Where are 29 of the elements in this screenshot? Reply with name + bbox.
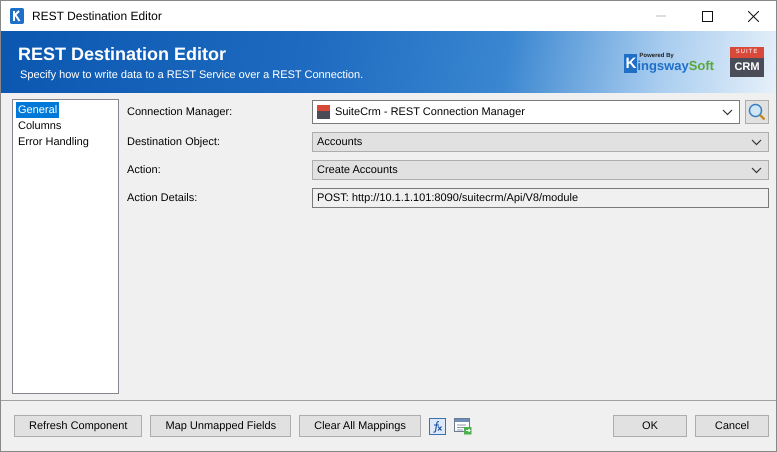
- app-logo-icon: [10, 8, 24, 24]
- function-icon[interactable]: [428, 418, 446, 434]
- field-label: Connection Manager:: [127, 106, 234, 118]
- action-button[interactable]: Refresh Component: [14, 415, 142, 437]
- nav-item[interactable]: General: [16, 102, 60, 118]
- nav-item[interactable]: Columns: [16, 118, 64, 134]
- chevron-icon: [751, 138, 762, 146]
- close-icon[interactable]: [748, 10, 758, 22]
- grid-export-icon[interactable]: [454, 418, 472, 434]
- nav-item[interactable]: Error Handling: [16, 134, 91, 150]
- dialog-button[interactable]: Cancel: [695, 415, 769, 437]
- chevron-icon: [751, 166, 762, 174]
- suitecrm-icon: [317, 105, 330, 119]
- dialog-button[interactable]: OK: [613, 415, 687, 437]
- select-dropdown[interactable]: Create Accounts: [312, 160, 769, 180]
- field-label: Destination Object:: [127, 136, 221, 148]
- header-title: REST Destination Editor: [18, 44, 228, 64]
- field-label: Action:: [127, 164, 162, 176]
- chevron-icon: [722, 108, 733, 116]
- maximize-icon[interactable]: [702, 10, 712, 22]
- field-label: Action Details:: [127, 192, 198, 204]
- text-field[interactable]: POST: http://10.1.1.101:8090/suitecrm/Api/V8/module: [312, 188, 769, 208]
- select-dropdown[interactable]: Accounts: [312, 132, 769, 152]
- connection-dropdown[interactable]: SuiteCrm - REST Connection Manager: [312, 100, 740, 124]
- header-subtitle: Specify how to write data to a REST Service over a REST Connection.: [20, 68, 364, 80]
- action-button[interactable]: Map Unmapped Fields: [150, 415, 292, 437]
- window-title: REST Destination Editor: [32, 9, 162, 23]
- search-button[interactable]: [745, 100, 769, 124]
- action-button[interactable]: Clear All Mappings: [299, 415, 421, 437]
